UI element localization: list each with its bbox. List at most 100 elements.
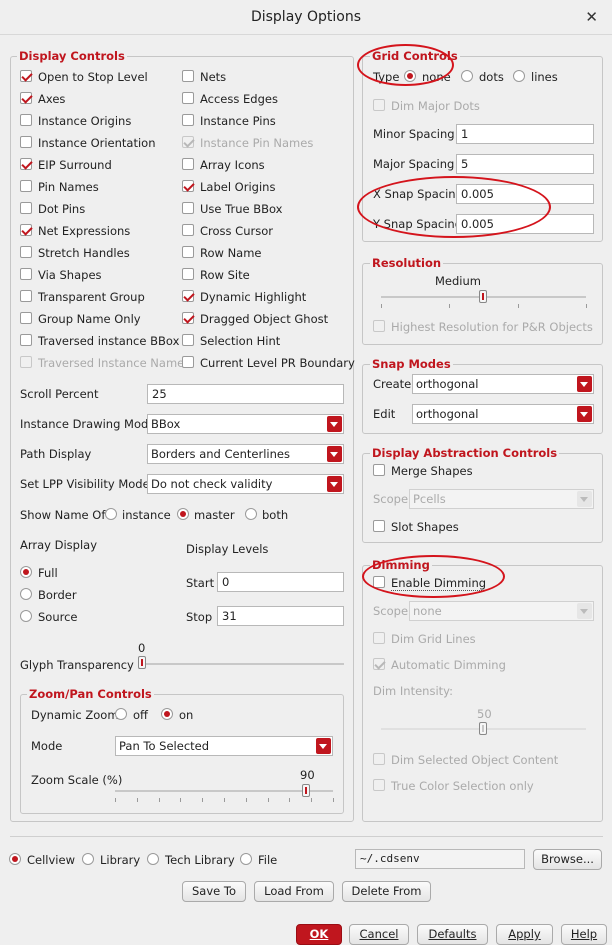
eip-surround-checkbox[interactable] <box>20 158 32 170</box>
start-level-input[interactable]: 0 <box>217 572 344 592</box>
library-radio[interactable] <box>82 853 94 865</box>
file-path-input[interactable]: ~/.cdsenv <box>355 849 525 869</box>
traversed-instance-name-checkbox[interactable] <box>20 356 32 368</box>
true-color-checkbox[interactable] <box>373 779 385 791</box>
x-snap-spacing-input[interactable]: 0.005 <box>456 184 594 204</box>
via-shapes-checkbox[interactable] <box>20 268 32 280</box>
slot-shapes-label: Slot Shapes <box>391 520 459 534</box>
load-from-button[interactable]: Load From <box>254 881 334 902</box>
zoom-scale-tick <box>180 798 182 802</box>
master-radio[interactable] <box>177 508 189 520</box>
highest-resolution-checkbox[interactable] <box>373 320 385 332</box>
dim-major-dots-checkbox[interactable] <box>373 99 385 111</box>
close-icon[interactable]: ✕ <box>585 8 598 26</box>
mode-select[interactable]: Pan To Selected <box>115 736 333 756</box>
stretch-handles-checkbox[interactable] <box>20 246 32 258</box>
use-true-bbox-checkbox[interactable] <box>182 202 194 214</box>
group-name-only-checkbox[interactable] <box>20 312 32 324</box>
browse-button[interactable]: Browse... <box>533 849 602 870</box>
on-radio[interactable] <box>161 708 173 720</box>
ok-button[interactable]: OK <box>296 924 342 945</box>
instance-pins-checkbox[interactable] <box>182 114 194 126</box>
axes-checkbox[interactable] <box>20 92 32 104</box>
help-button[interactable]: Help <box>561 924 607 945</box>
net-expressions-checkbox[interactable] <box>20 224 32 236</box>
traversed-instance-bbox-checkbox[interactable] <box>20 334 32 346</box>
tech-library-radio[interactable] <box>147 853 159 865</box>
abstraction-scope-select[interactable]: Pcells <box>409 489 594 509</box>
label-origins-checkbox[interactable] <box>182 180 194 192</box>
minor-spacing-input[interactable]: 1 <box>456 124 594 144</box>
glyph-transparency-track[interactable] <box>138 663 344 665</box>
resolution-slider-thumb[interactable] <box>478 290 487 303</box>
lines-radio[interactable] <box>513 70 525 82</box>
glyph-transparency-slider-thumb[interactable] <box>138 656 146 669</box>
instance-origins-checkbox[interactable] <box>20 114 32 126</box>
instance-drawing-mode-select[interactable]: BBox <box>147 414 344 434</box>
automatic-dimming-checkbox[interactable] <box>373 658 385 670</box>
snap-edit-select[interactable]: orthogonal <box>412 404 594 424</box>
dim-grid-lines-checkbox[interactable] <box>373 632 385 644</box>
resolution-tick <box>586 304 587 308</box>
zoom-scale-track[interactable] <box>115 790 333 792</box>
defaults-button[interactable]: Defaults <box>417 924 488 945</box>
pin-names-checkbox[interactable] <box>20 180 32 192</box>
source-radio[interactable] <box>20 610 32 622</box>
off-radio[interactable] <box>115 708 127 720</box>
nets-checkbox[interactable] <box>182 70 194 82</box>
chevron-down-icon[interactable] <box>577 376 592 392</box>
path-display-select[interactable]: Borders and Centerlines <box>147 444 344 464</box>
row-site-checkbox[interactable] <box>182 268 194 280</box>
zoom-scale-tick <box>333 798 334 802</box>
instance-pin-names-checkbox[interactable] <box>182 136 194 148</box>
merge-shapes-checkbox[interactable] <box>373 464 385 476</box>
cancel-button[interactable]: Cancel <box>349 924 409 945</box>
border-radio[interactable] <box>20 588 32 600</box>
selection-hint-checkbox[interactable] <box>182 334 194 346</box>
major-spacing-input[interactable]: 5 <box>456 154 594 174</box>
resolution-tick <box>449 304 451 308</box>
instance-orientation-checkbox[interactable] <box>20 136 32 148</box>
current-level-pr-boundary-checkbox[interactable] <box>182 356 194 368</box>
chevron-down-icon[interactable] <box>327 416 342 432</box>
y-snap-spacing-input[interactable]: 0.005 <box>456 214 594 234</box>
apply-button[interactable]: Apply <box>496 924 553 945</box>
automatic-dimming-label: Automatic Dimming <box>391 658 506 672</box>
enable-dimming-checkbox[interactable] <box>373 576 385 588</box>
zoom-scale-slider-thumb[interactable] <box>302 784 311 797</box>
cellview-radio[interactable] <box>9 853 21 865</box>
chevron-down-icon[interactable] <box>327 476 342 492</box>
save-to-button[interactable]: Save To <box>182 881 246 902</box>
none-radio[interactable] <box>404 70 416 82</box>
full-radio[interactable] <box>20 566 32 578</box>
access-edges-checkbox[interactable] <box>182 92 194 104</box>
lpp-visibility-select[interactable]: Do not check validity <box>147 474 344 494</box>
dynamic-highlight-checkbox[interactable] <box>182 290 194 302</box>
cross-cursor-checkbox[interactable] <box>182 224 194 236</box>
both-radio[interactable] <box>245 508 257 520</box>
transparent-group-checkbox[interactable] <box>20 290 32 302</box>
array-icons-checkbox[interactable] <box>182 158 194 170</box>
dim-intensity-slider-thumb[interactable] <box>478 722 487 735</box>
snap-create-select[interactable]: orthogonal <box>412 374 594 394</box>
slot-shapes-checkbox[interactable] <box>373 520 385 532</box>
glyph-transparency-value: 0 <box>138 641 146 655</box>
dim-selected-checkbox[interactable] <box>373 753 385 765</box>
scroll-percent-input[interactable]: 25 <box>147 384 344 404</box>
row-site-label: Row Site <box>200 268 250 282</box>
chevron-down-icon[interactable] <box>577 406 592 422</box>
chevron-down-icon[interactable] <box>316 738 331 754</box>
dots-radio[interactable] <box>461 70 473 82</box>
instance-radio[interactable] <box>105 508 117 520</box>
dimming-scope-select[interactable]: none <box>409 601 594 621</box>
chevron-down-icon[interactable] <box>327 446 342 462</box>
dragged-object-ghost-checkbox[interactable] <box>182 312 194 324</box>
chevron-down-icon[interactable] <box>577 603 592 619</box>
row-name-checkbox[interactable] <box>182 246 194 258</box>
dot-pins-checkbox[interactable] <box>20 202 32 214</box>
chevron-down-icon[interactable] <box>577 491 592 507</box>
delete-from-button[interactable]: Delete From <box>342 881 431 902</box>
open-to-stop-level-checkbox[interactable] <box>20 70 32 82</box>
file-radio[interactable] <box>240 853 252 865</box>
stop-level-input[interactable]: 31 <box>217 606 344 626</box>
